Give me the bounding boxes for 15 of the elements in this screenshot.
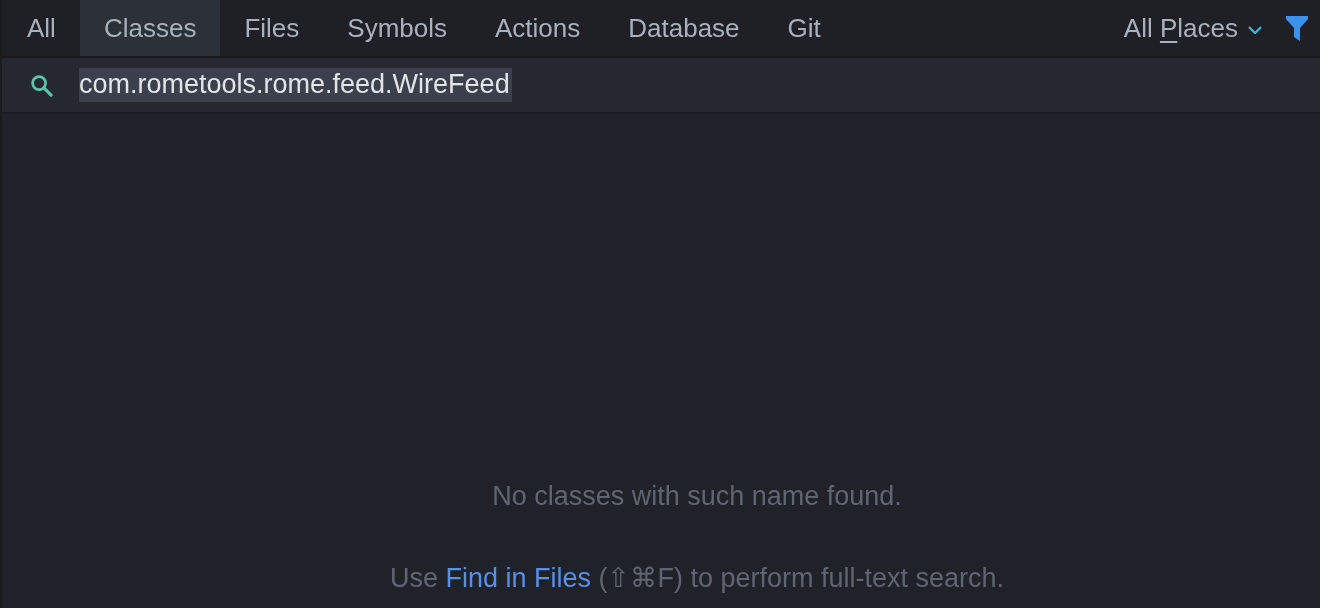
chevron-down-icon (1248, 26, 1262, 34)
filter-icon[interactable] (1286, 15, 1308, 41)
tab[interactable]: Actions (471, 0, 605, 56)
find-in-files-link[interactable]: Find in Files (445, 563, 591, 593)
tab[interactable]: Git (763, 0, 845, 56)
search-text: com.rometools.rome.feed.WireFeed (79, 68, 512, 102)
scope-dropdown[interactable]: All Places (1123, 12, 1262, 44)
tab[interactable]: Classes (79, 0, 221, 56)
search-hint: Use Find in Files (⇧⌘F) to perform full-text search. (389, 562, 1005, 594)
search-icon (30, 73, 53, 97)
tab[interactable]: All (3, 0, 80, 56)
tab[interactable]: Symbols (323, 0, 471, 56)
tab[interactable]: Files (220, 0, 324, 56)
empty-message: No classes with such name found. (492, 481, 902, 512)
tab[interactable]: Database (604, 0, 764, 56)
